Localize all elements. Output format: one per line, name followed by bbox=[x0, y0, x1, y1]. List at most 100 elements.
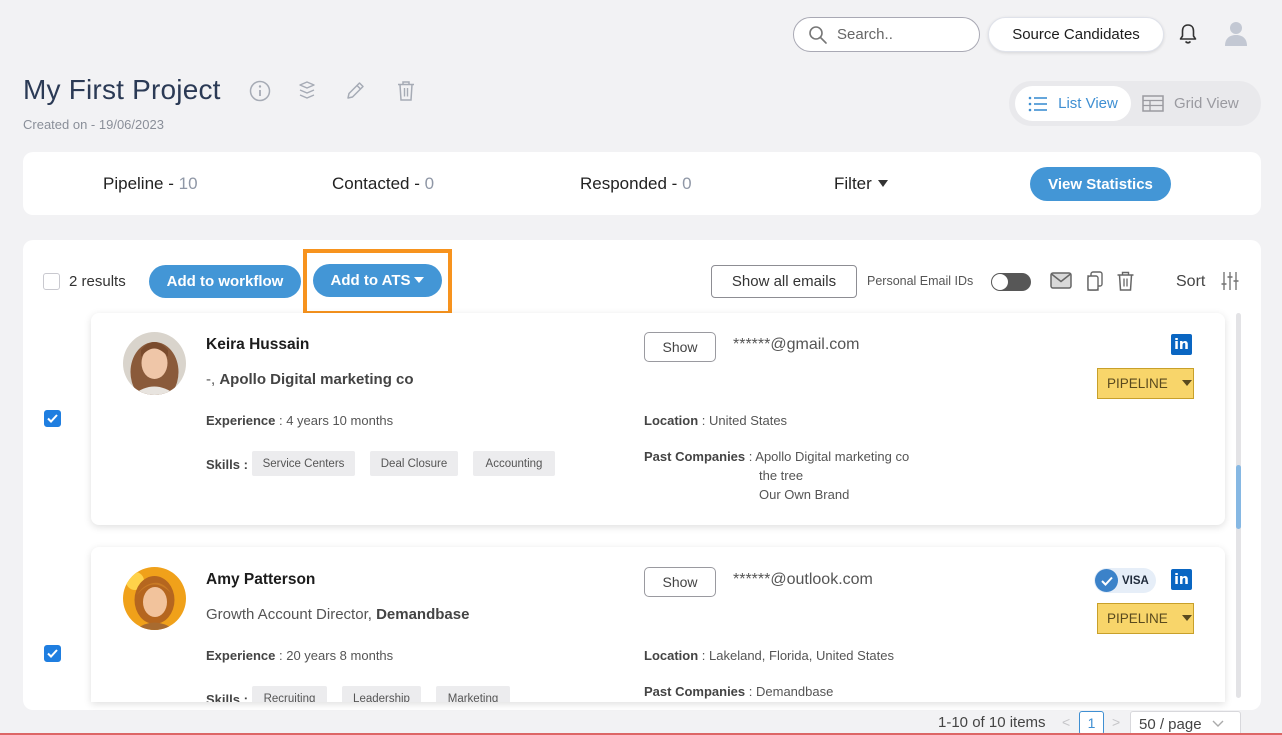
linkedin-icon[interactable]: in bbox=[1171, 569, 1192, 590]
experience-label: Experience bbox=[206, 413, 276, 428]
caret-down-icon bbox=[877, 180, 888, 188]
candidate-photo[interactable] bbox=[123, 567, 186, 630]
stage-label: PIPELINE bbox=[1107, 376, 1168, 391]
add-to-workflow-button[interactable]: Add to workflow bbox=[149, 265, 301, 298]
pagination-range: 1-10 of 10 items bbox=[938, 714, 1046, 731]
select-all-checkbox[interactable] bbox=[43, 273, 60, 290]
add-to-ats-button[interactable]: Add to ATS bbox=[313, 264, 442, 297]
next-page-icon[interactable]: > bbox=[1112, 714, 1120, 730]
layers-icon[interactable] bbox=[297, 80, 317, 102]
toggle-knob bbox=[992, 274, 1008, 290]
past-companies-field: Past Companies : Apollo Digital marketin… bbox=[644, 449, 909, 464]
skills-label: Skills : bbox=[206, 692, 248, 702]
source-candidates-button[interactable]: Source Candidates bbox=[988, 17, 1164, 52]
past-companies-field: Past Companies : Demandbase bbox=[644, 684, 833, 699]
search-icon bbox=[808, 25, 828, 45]
stage-dropdown[interactable]: PIPELINE bbox=[1097, 368, 1194, 399]
edit-pencil-icon[interactable] bbox=[344, 80, 366, 102]
show-all-emails-button[interactable]: Show all emails bbox=[711, 265, 857, 298]
past-company: Our Own Brand bbox=[759, 487, 850, 502]
personal-email-toggle[interactable] bbox=[991, 273, 1031, 291]
page-number[interactable]: 1 bbox=[1079, 711, 1104, 735]
checkmark-icon bbox=[47, 649, 58, 658]
per-page-select[interactable]: 50 / page bbox=[1130, 711, 1241, 735]
copy-icon[interactable] bbox=[1086, 271, 1104, 291]
skills-label: Skills : bbox=[206, 457, 248, 472]
per-page-label: 50 / page bbox=[1139, 715, 1202, 733]
sort-settings-icon[interactable] bbox=[1221, 271, 1239, 291]
past-companies-label: Past Companies bbox=[644, 684, 746, 699]
created-date: Created on - 19/06/2023 bbox=[23, 117, 164, 132]
candidate-name[interactable]: Amy Patterson bbox=[206, 571, 315, 589]
candidate-role: -, Apollo Digital marketing co bbox=[206, 371, 414, 388]
stat-contacted-count: 0 bbox=[424, 174, 435, 193]
past-company: the tree bbox=[759, 468, 804, 483]
trash-icon[interactable] bbox=[1116, 271, 1135, 291]
page-title: My First Project bbox=[23, 74, 221, 105]
user-avatar-icon[interactable] bbox=[1222, 19, 1250, 47]
skill-tag: Service Centers bbox=[252, 451, 355, 476]
search-input[interactable] bbox=[837, 26, 967, 43]
visa-badge: VISA bbox=[1094, 568, 1156, 593]
grid-view-button[interactable]: Grid View bbox=[1142, 86, 1258, 121]
stat-contacted-label: Contacted - bbox=[332, 174, 425, 193]
mail-icon[interactable] bbox=[1050, 272, 1072, 289]
stat-contacted[interactable]: Contacted - 0 bbox=[332, 174, 434, 194]
candidate-photo[interactable] bbox=[123, 332, 186, 395]
visa-label: VISA bbox=[1122, 574, 1149, 587]
candidate-role: Growth Account Director, Demandbase bbox=[206, 606, 469, 623]
stat-pipeline[interactable]: Pipeline - 10 bbox=[103, 174, 198, 194]
stage-label: PIPELINE bbox=[1107, 611, 1168, 626]
checkmark-icon bbox=[47, 414, 58, 423]
skills-row-clipped: Skills : Recruiting Leadership Marketing bbox=[200, 684, 560, 702]
past-company: : Demandbase bbox=[745, 684, 834, 699]
past-companies-label: Past Companies bbox=[644, 449, 746, 464]
caret-down-icon bbox=[1181, 615, 1192, 622]
company-name: Apollo Digital marketing co bbox=[219, 371, 414, 388]
experience-field: Experience : 4 years 10 months bbox=[206, 413, 393, 428]
experience-value: : 4 years 10 months bbox=[275, 413, 394, 428]
skill-tag: Deal Closure bbox=[370, 451, 458, 476]
candidate-checkbox[interactable] bbox=[44, 410, 61, 427]
search-box[interactable] bbox=[793, 17, 980, 52]
skill-tag: Accounting bbox=[473, 451, 555, 476]
experience-label: Experience bbox=[206, 648, 276, 663]
location-label: Location bbox=[644, 648, 699, 663]
role-text: Growth Account Director, bbox=[206, 606, 377, 623]
add-to-ats-label: Add to ATS bbox=[330, 272, 411, 289]
skill-tag: Recruiting bbox=[252, 686, 327, 702]
show-email-button[interactable]: Show bbox=[644, 567, 716, 597]
candidate-name[interactable]: Keira Hussain bbox=[206, 336, 309, 354]
past-company: : Apollo Digital marketing co bbox=[745, 449, 910, 464]
skill-tag: Leadership bbox=[342, 686, 421, 702]
list-view-button[interactable]: List View bbox=[1015, 86, 1131, 121]
linkedin-icon[interactable]: in bbox=[1171, 334, 1192, 355]
filter-label: Filter bbox=[834, 174, 872, 193]
show-email-button[interactable]: Show bbox=[644, 332, 716, 362]
prev-page-icon[interactable]: < bbox=[1062, 714, 1070, 730]
grid-view-label: Grid View bbox=[1174, 95, 1239, 112]
candidate-checkbox[interactable] bbox=[44, 645, 61, 662]
stat-responded[interactable]: Responded - 0 bbox=[580, 174, 692, 194]
scrollbar-thumb[interactable] bbox=[1236, 465, 1241, 529]
sort-label[interactable]: Sort bbox=[1176, 273, 1205, 291]
personal-email-ids-label: Personal Email IDs bbox=[867, 274, 974, 288]
info-icon[interactable] bbox=[249, 80, 271, 102]
stage-dropdown[interactable]: PIPELINE bbox=[1097, 603, 1194, 634]
masked-email: ******@outlook.com bbox=[733, 571, 873, 588]
filter-dropdown[interactable]: Filter bbox=[834, 174, 888, 194]
list-icon bbox=[1028, 96, 1048, 112]
view-statistics-button[interactable]: View Statistics bbox=[1030, 167, 1171, 201]
delete-trash-icon[interactable] bbox=[396, 80, 416, 102]
chevron-down-icon bbox=[1212, 720, 1224, 728]
masked-email: ******@gmail.com bbox=[733, 336, 860, 353]
experience-field: Experience : 20 years 8 months bbox=[206, 648, 393, 663]
caret-down-icon bbox=[414, 277, 425, 284]
company-name: Demandbase bbox=[376, 606, 470, 623]
stat-pipeline-count: 10 bbox=[178, 174, 198, 193]
bell-icon[interactable] bbox=[1178, 23, 1198, 45]
skill-tag: Marketing bbox=[436, 686, 510, 702]
caret-down-icon bbox=[1181, 380, 1192, 387]
location-label: Location bbox=[644, 413, 699, 428]
stat-pipeline-label: Pipeline - bbox=[103, 174, 179, 193]
